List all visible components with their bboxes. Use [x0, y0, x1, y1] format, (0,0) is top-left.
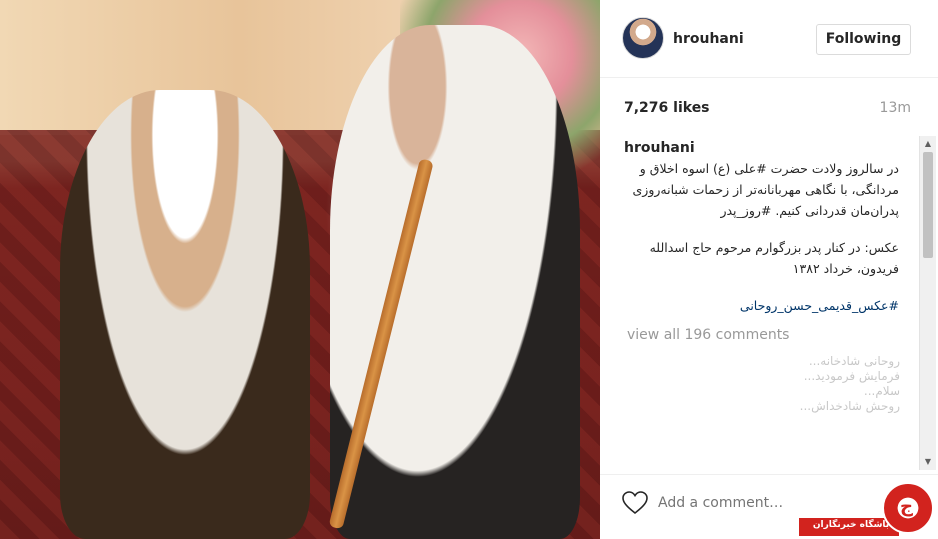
following-button[interactable]: Following [816, 24, 911, 55]
avatar[interactable] [622, 17, 664, 59]
hashtag-link[interactable]: #عکس_قدیمی_حسن_روحانی [622, 295, 899, 316]
watermark-text: باشگاه خبرنگاران [812, 520, 890, 530]
comments-scrollbar[interactable]: ▲ ▼ [919, 136, 936, 470]
add-comment-input[interactable] [658, 495, 808, 511]
caption-line: در سالروز ولادت حضرت #علی (ع) اسوه اخلاق… [639, 161, 899, 176]
caption-text: در سالروز ولادت حضرت #علی (ع) اسوه اخلاق… [622, 158, 900, 316]
comment-item: فرمایش فرمودید... [803, 369, 900, 383]
likes-row: 7,276 likes 13m [600, 78, 938, 136]
post-header: hrouhani Following [600, 0, 938, 78]
caption-line: فریدون، خرداد ۱۳۸۲ [792, 261, 899, 276]
caption-username[interactable]: hrouhani [624, 140, 695, 156]
post-photo[interactable] [0, 0, 600, 539]
faded-comments: روحانی شادخانه... فرمایش فرمودید... سلام… [624, 354, 900, 414]
photo-person-right [330, 25, 580, 539]
caption-line: عکس: در کنار پدر بزرگوارم مرحوم حاج اسدا… [649, 240, 899, 255]
arrow-down-icon[interactable]: ▼ [920, 454, 936, 470]
photo-person-left [60, 90, 310, 539]
watermark-logo: باشگاه خبرنگاران ج [799, 482, 938, 539]
arrow-up-icon[interactable]: ▲ [920, 136, 936, 152]
comment-item: سلام... [863, 384, 900, 398]
comments-area: hrouhani در سالروز ولادت حضرت #علی (ع) ا… [600, 136, 938, 470]
post-time[interactable]: 13m [880, 100, 911, 116]
comment-item: روحش شادخداش... [799, 399, 900, 413]
likes-count[interactable]: 7,276 likes [624, 100, 710, 116]
watermark-glyph-icon: ج [900, 496, 913, 517]
view-all-comments-link[interactable]: view all 196 comments [627, 327, 789, 343]
caption-line: پدران‌مان قدردانی کنیم. #روز_پدر [720, 203, 899, 218]
caption-line: مردانگی، با نگاهی مهربانانه‌تر از زحمات … [632, 182, 900, 197]
scroll-thumb[interactable] [923, 152, 933, 258]
comment-item: روحانی شادخانه... [808, 354, 900, 368]
header-username[interactable]: hrouhani [673, 31, 744, 47]
post-side-panel: hrouhani Following 7,276 likes 13m hrouh… [600, 0, 938, 539]
heart-outline-icon[interactable] [622, 491, 648, 515]
